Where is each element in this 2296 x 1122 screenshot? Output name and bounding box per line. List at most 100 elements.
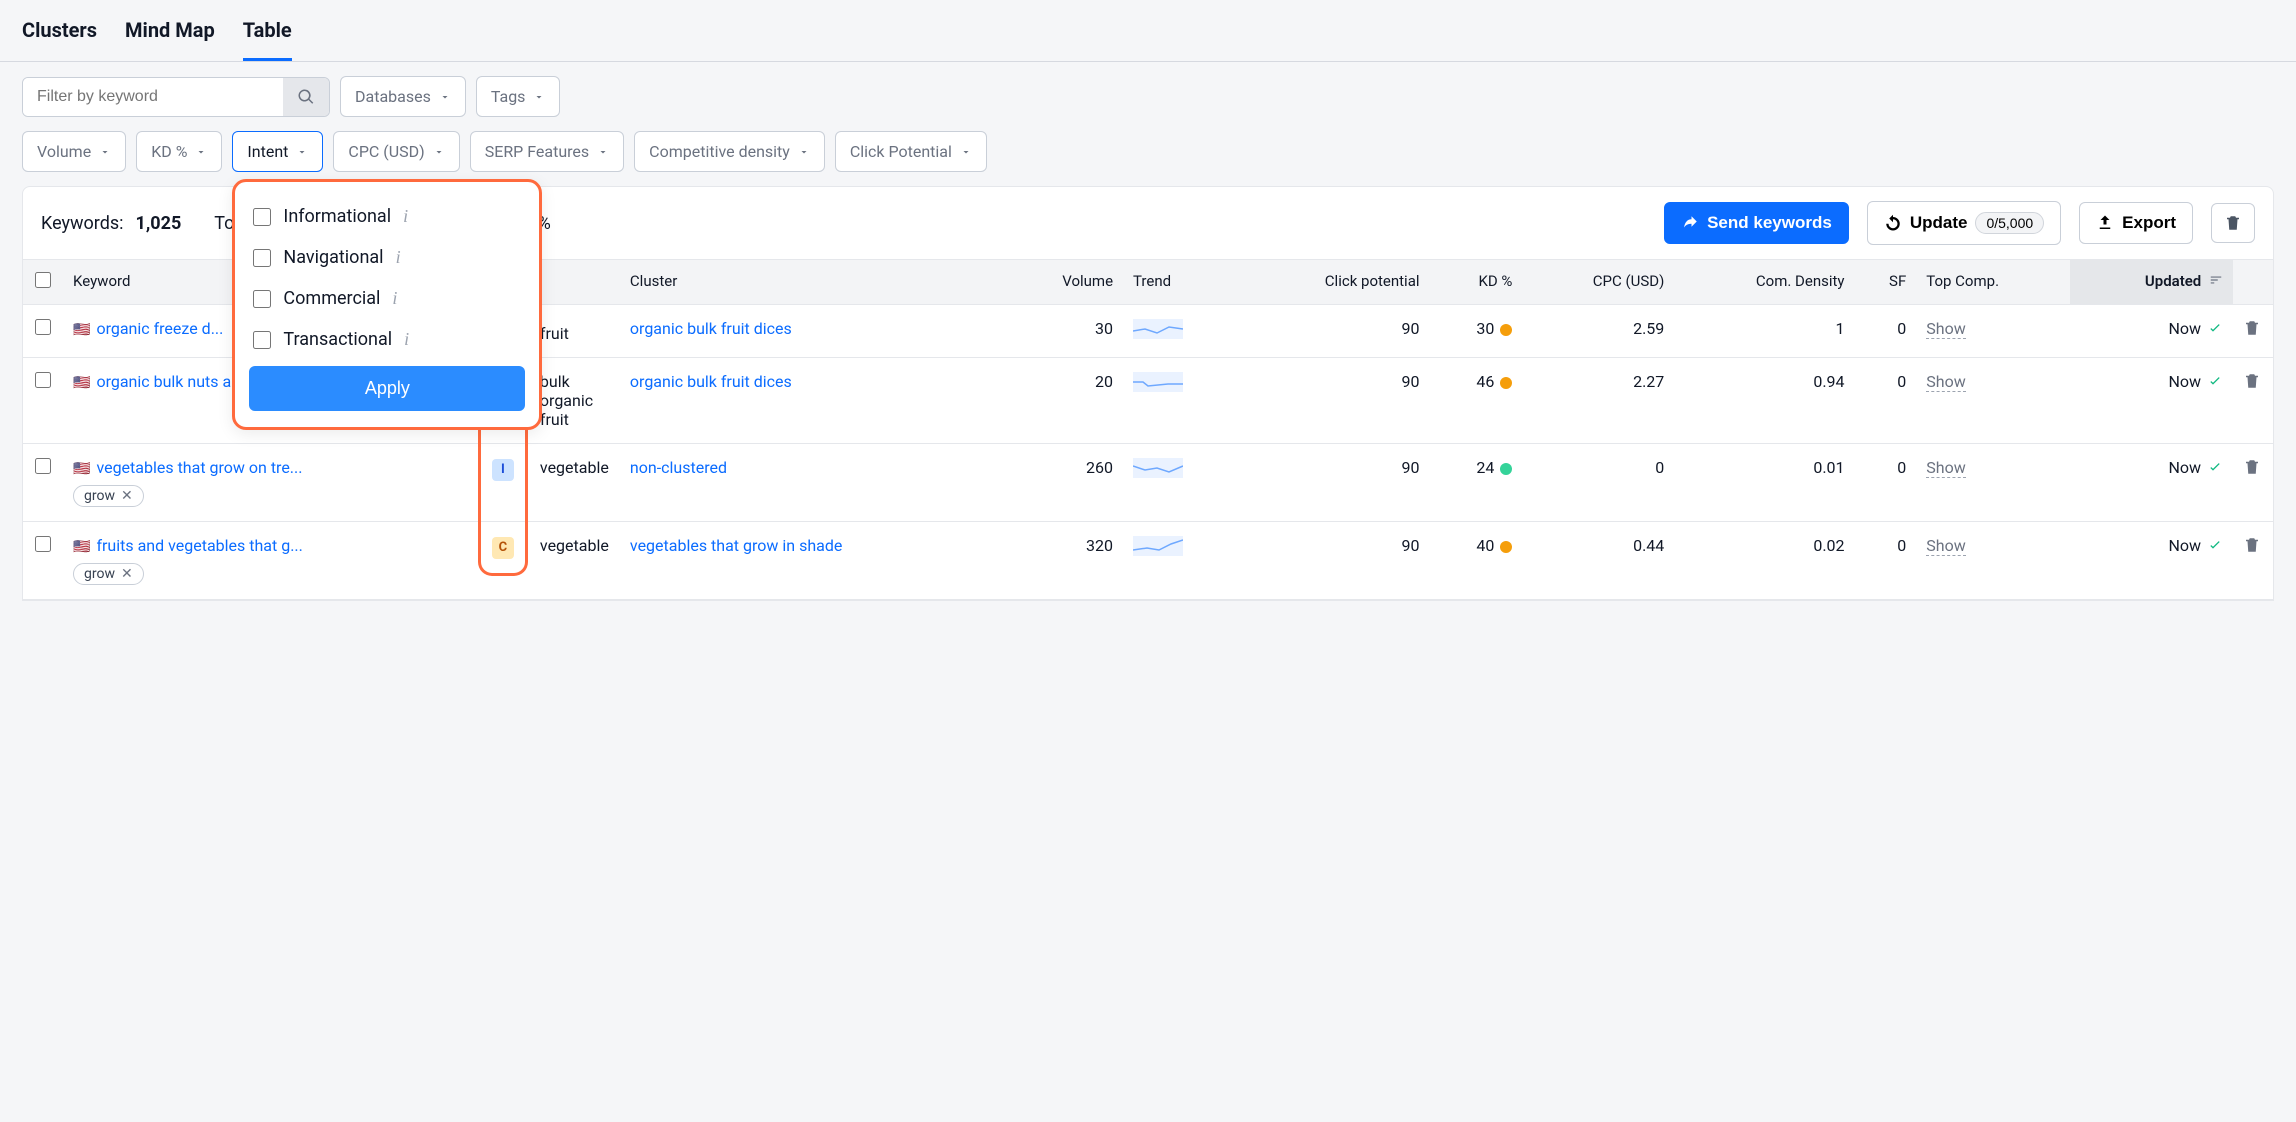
intent-checkbox-navigational[interactable] (253, 249, 271, 267)
top-comp-show[interactable]: Show (1926, 372, 1965, 392)
chevron-down-icon (296, 146, 308, 158)
click-potential-value: 90 (1239, 522, 1429, 600)
trash-icon[interactable] (2243, 372, 2261, 390)
update-label: Update (1910, 213, 1968, 233)
filter-tags[interactable]: Tags (476, 76, 561, 117)
info-icon: i (404, 329, 409, 350)
filter-serp-label: SERP Features (485, 142, 589, 161)
info-icon: i (396, 247, 401, 268)
filter-intent[interactable]: Intent (232, 131, 323, 172)
filter-cpc[interactable]: CPC (USD) (333, 131, 459, 172)
tab-table[interactable]: Table (243, 18, 292, 61)
kd-difficulty-dot (1500, 541, 1512, 553)
sf-value: 0 (1855, 358, 1917, 444)
cluster-link[interactable]: non-clustered (630, 458, 727, 477)
row-checkbox[interactable] (35, 319, 51, 335)
filter-cpc-label: CPC (USD) (348, 142, 424, 161)
filter-competitive-density[interactable]: Competitive density (634, 131, 825, 172)
trend-sparkline (1133, 536, 1183, 556)
col-trend[interactable]: Trend (1123, 260, 1239, 305)
kd-difficulty-dot (1500, 463, 1512, 475)
col-top-comp[interactable]: Top Comp. (1916, 260, 2070, 305)
select-all-checkbox[interactable] (35, 272, 51, 288)
row-checkbox[interactable] (35, 536, 51, 552)
col-cluster[interactable]: Cluster (620, 260, 1006, 305)
intent-option-navigational[interactable]: Navigational i (249, 237, 525, 278)
update-button[interactable]: Update 0/5,000 (1867, 201, 2061, 245)
volume-value: 20 (1006, 358, 1123, 444)
top-comp-show[interactable]: Show (1926, 319, 1965, 339)
delete-all-button[interactable] (2211, 203, 2255, 243)
intent-option-informational[interactable]: Informational i (249, 196, 525, 237)
filter-bar: Databases Tags (0, 62, 2296, 131)
filter-intent-label: Intent (247, 142, 288, 161)
kd-difficulty-dot (1500, 324, 1512, 336)
tab-clusters[interactable]: Clusters (22, 18, 97, 61)
kd-value: 40 (1476, 536, 1494, 555)
flag-icon: 🇺🇸 (73, 461, 90, 477)
flag-icon: 🇺🇸 (73, 539, 90, 555)
cpc-value: 2.27 (1522, 358, 1674, 444)
partial-text: fruit (530, 305, 620, 358)
intent-option-transactional[interactable]: Transactional i (249, 319, 525, 360)
intent-option-commercial[interactable]: Commercial i (249, 278, 525, 319)
keyword-tag[interactable]: grow ✕ (73, 563, 144, 585)
top-comp-show[interactable]: Show (1926, 536, 1965, 556)
kd-difficulty-dot (1500, 377, 1512, 389)
remove-tag-icon[interactable]: ✕ (121, 566, 133, 582)
filter-databases[interactable]: Databases (340, 76, 466, 117)
trash-icon[interactable] (2243, 319, 2261, 337)
tab-mindmap[interactable]: Mind Map (125, 18, 215, 61)
intent-checkbox-commercial[interactable] (253, 290, 271, 308)
filter-kd[interactable]: KD % (136, 131, 222, 172)
intent-badge: C (492, 537, 514, 559)
update-counter: 0/5,000 (1975, 212, 2044, 234)
trend-sparkline (1133, 319, 1183, 339)
intent-label-informational: Informational (283, 206, 391, 227)
filter-comp-label: Competitive density (649, 142, 790, 161)
top-comp-show[interactable]: Show (1926, 458, 1965, 478)
filter-volume[interactable]: Volume (22, 131, 126, 172)
intent-checkbox-transactional[interactable] (253, 331, 271, 349)
info-icon: i (392, 288, 397, 309)
click-potential-value: 90 (1239, 305, 1429, 358)
col-updated[interactable]: Updated (2070, 260, 2233, 305)
col-com-density[interactable]: Com. Density (1674, 260, 1854, 305)
intent-checkbox-informational[interactable] (253, 208, 271, 226)
sort-icon (2209, 273, 2223, 291)
export-button[interactable]: Export (2079, 202, 2193, 244)
cluster-link[interactable]: vegetables that grow in shade (630, 536, 842, 555)
flag-icon: 🇺🇸 (73, 375, 90, 391)
col-click-potential[interactable]: Click potential (1239, 260, 1429, 305)
filter-keyword-input[interactable] (23, 78, 283, 116)
cluster-link[interactable]: organic bulk fruit dices (630, 372, 792, 391)
filter-click-potential[interactable]: Click Potential (835, 131, 987, 172)
col-kd[interactable]: KD % (1430, 260, 1523, 305)
col-cpc[interactable]: CPC (USD) (1522, 260, 1674, 305)
updated-value: Now (2168, 319, 2201, 338)
intent-apply-button[interactable]: Apply (249, 366, 525, 411)
keyword-link[interactable]: 🇺🇸fruits and vegetables that g... (73, 536, 472, 555)
row-checkbox[interactable] (35, 458, 51, 474)
keyword-tag[interactable]: grow ✕ (73, 485, 144, 507)
com-density-value: 1 (1674, 305, 1854, 358)
search-button[interactable] (283, 78, 329, 116)
cluster-link[interactable]: organic bulk fruit dices (630, 319, 792, 338)
row-checkbox[interactable] (35, 372, 51, 388)
chevron-down-icon (439, 91, 451, 103)
filter-serp-features[interactable]: SERP Features (470, 131, 624, 172)
intent-badge: I (492, 459, 514, 481)
keyword-link[interactable]: 🇺🇸vegetables that grow on tre... (73, 458, 472, 477)
remove-tag-icon[interactable]: ✕ (121, 488, 133, 504)
trend-sparkline (1133, 372, 1183, 392)
kd-value: 46 (1476, 372, 1494, 391)
trash-icon[interactable] (2243, 536, 2261, 554)
col-volume[interactable]: Volume (1006, 260, 1123, 305)
com-density-value: 0.02 (1674, 522, 1854, 600)
col-sf[interactable]: SF (1855, 260, 1917, 305)
trash-icon[interactable] (2243, 458, 2261, 476)
col-updated-label: Updated (2145, 272, 2201, 290)
send-keywords-button[interactable]: Send keywords (1664, 202, 1849, 244)
keywords-count-value: 1,025 (136, 213, 182, 234)
table-row: 🇺🇸vegetables that grow on tre...grow ✕Iv… (23, 444, 2273, 522)
